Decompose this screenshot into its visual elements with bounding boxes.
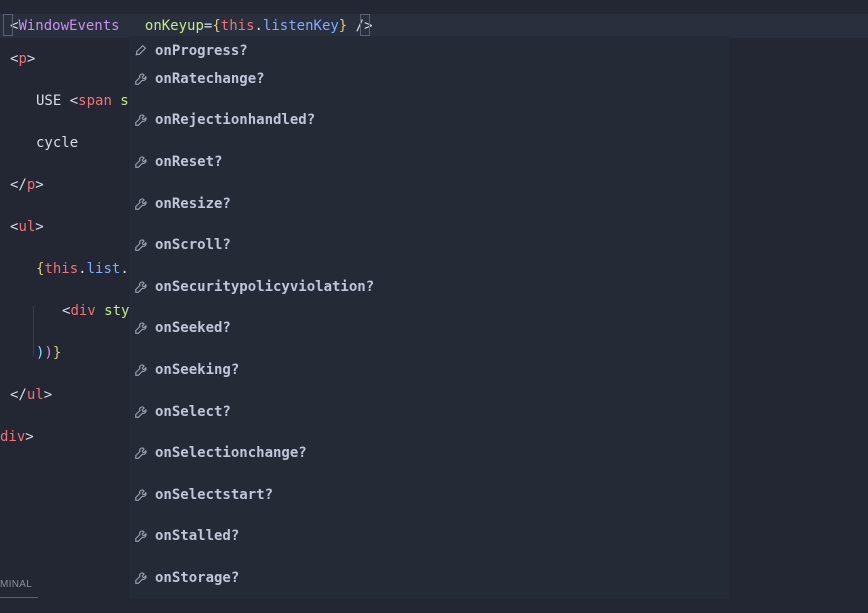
suggestion-label: onRatechange? <box>155 72 265 86</box>
suggestion-label: onProgress? <box>155 44 248 58</box>
suggestion-label: onScroll? <box>155 238 231 252</box>
suggestion-item[interactable]: onSelectionchange? <box>129 432 729 474</box>
property-icon <box>133 279 149 295</box>
property-icon <box>133 237 149 253</box>
code-token: </ <box>10 169 27 201</box>
code-token: < <box>62 295 70 327</box>
bracket-match-open <box>3 14 13 36</box>
autocomplete-popup[interactable]: onProgress? onRatechange? onRejectionhand… <box>129 36 729 599</box>
property-icon <box>133 320 149 336</box>
suggestion-item[interactable]: onSecuritypolicyviolation? <box>129 266 729 308</box>
property-icon <box>133 445 149 461</box>
code-token: < <box>10 211 18 243</box>
code-token: > <box>25 421 33 453</box>
property-icon <box>133 154 149 170</box>
code-token: ) <box>44 337 52 369</box>
suggestion-item[interactable]: onStorage? <box>129 557 729 599</box>
code-token: USE <box>36 85 70 117</box>
suggestion-item[interactable]: onProgress? <box>129 36 729 58</box>
property-icon <box>133 404 149 420</box>
suggestion-item[interactable]: onSeeked? <box>129 308 729 350</box>
code-token: this <box>44 253 78 285</box>
property-icon <box>133 42 149 58</box>
suggestion-label: onResize? <box>155 197 231 211</box>
code-token: > <box>27 43 35 75</box>
suggestion-item[interactable]: onResize? <box>129 183 729 225</box>
property-icon <box>133 196 149 212</box>
code-token: > <box>35 211 43 243</box>
code-token: ul <box>27 379 44 411</box>
code-token: } <box>53 337 61 369</box>
suggestion-label: onStalled? <box>155 529 239 543</box>
code-token: s <box>112 85 129 117</box>
suggestion-item[interactable]: onSelect? <box>129 391 729 433</box>
code-token: < <box>10 43 18 75</box>
code-token: sty <box>96 295 130 327</box>
property-icon <box>133 570 149 586</box>
suggestion-label: onSeeked? <box>155 321 231 335</box>
property-icon <box>133 528 149 544</box>
suggestion-item[interactable]: onSelectstart? <box>129 474 729 516</box>
code-token: list <box>87 253 121 285</box>
suggestion-label: onSelectstart? <box>155 488 273 502</box>
code-token: ) <box>36 337 44 369</box>
terminal-tab-label: MINAL <box>0 579 32 590</box>
bracket-match-close <box>360 14 370 36</box>
code-token: div <box>0 421 25 453</box>
code-token: ul <box>18 211 35 243</box>
suggestion-item[interactable]: onSeeking? <box>129 349 729 391</box>
suggestion-label: onSeeking? <box>155 363 239 377</box>
suggestion-item[interactable]: onReset? <box>129 141 729 183</box>
suggestion-label: onStorage? <box>155 571 239 585</box>
code-token: span <box>78 85 112 117</box>
suggestion-label: onSelect? <box>155 405 231 419</box>
code-token: div <box>70 295 95 327</box>
suggestion-label: onSecuritypolicyviolation? <box>155 280 374 294</box>
code-token: cycle <box>36 127 78 159</box>
suggestion-label: onRejectionhandled? <box>155 113 315 127</box>
suggestion-label: onReset? <box>155 155 222 169</box>
suggestion-item[interactable]: onScroll? <box>129 224 729 266</box>
property-icon <box>133 362 149 378</box>
code-token: > <box>35 169 43 201</box>
code-token: WindowEvents <box>18 10 119 42</box>
code-token: p <box>27 169 35 201</box>
suggestion-item[interactable]: onRatechange? <box>129 58 729 100</box>
code-token: </ <box>10 379 27 411</box>
suggestion-item[interactable]: onRejectionhandled? <box>129 100 729 142</box>
code-line[interactable]: <WindowEvents onKeyup={this.listenKey} /… <box>0 14 868 38</box>
suggestion-label: onSelectionchange? <box>155 446 307 460</box>
code-token: { <box>36 253 44 285</box>
code-token: . <box>78 253 86 285</box>
code-token: p <box>18 43 26 75</box>
property-icon <box>133 487 149 503</box>
property-icon <box>133 71 149 87</box>
code-token: > <box>44 379 52 411</box>
property-icon <box>133 112 149 128</box>
code-token: . <box>120 253 128 285</box>
code-token: < <box>70 85 78 117</box>
suggestion-item[interactable]: onStalled? <box>129 516 729 558</box>
terminal-tab[interactable]: MINAL <box>0 575 38 598</box>
